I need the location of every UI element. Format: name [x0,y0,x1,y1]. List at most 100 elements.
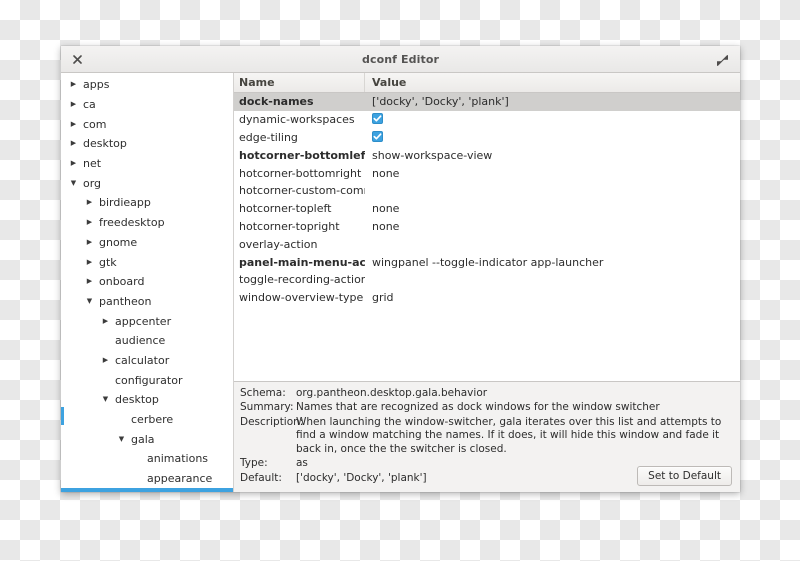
tree-item-com[interactable]: ▶ com [61,114,233,134]
tree-item-calculator[interactable]: ▶ calculator [61,351,233,371]
detail-default-label: Default: [240,471,282,484]
key-row-hotcorner-bottomleft[interactable]: hotcorner-bottomleft show-workspace-view [234,146,740,164]
tree-item-label: animations [147,452,209,466]
triangle-right-icon[interactable]: ▶ [84,258,95,266]
tree-item-gtk[interactable]: ▶ gtk [61,252,233,272]
key-row-dock-names[interactable]: dock-names ['docky', 'Docky', 'plank'] [234,93,740,111]
key-value[interactable]: none [365,220,740,233]
triangle-right-icon[interactable]: ▶ [84,219,95,226]
tree-scroll-indicator[interactable] [61,407,64,425]
set-to-default-button[interactable]: Set to Default [637,466,732,486]
key-name: panel-main-menu-action [239,255,365,269]
window-body: ▶ apps ▶ ca ▶ com ▶ desktop ▶ net ▼ org ▶ birdieapp ▶ f… [61,73,740,492]
tree-item-freedesktop[interactable]: ▶ freedesktop [61,213,233,233]
triangle-right-icon[interactable]: ▶ [84,238,95,246]
tree-item-label: onboard [99,275,145,289]
tree-item-label: gnome [99,235,138,249]
tree-item-net[interactable]: ▶ net [61,154,233,174]
tree-item-desktop[interactable]: ▶ desktop [61,134,233,154]
triangle-down-icon[interactable]: ▼ [84,297,95,305]
detail-summary-value: Names that are recognized as dock window… [296,401,660,413]
tree-item-appcenter[interactable]: ▶ appcenter [61,311,233,331]
tree-item-appearance[interactable]: appearance [61,469,233,489]
tree-item-label: birdieapp [99,196,151,210]
key-value[interactable]: none [365,167,740,180]
triangle-right-icon[interactable]: ▶ [68,160,79,167]
tree-item-label: desktop [83,137,127,151]
key-value[interactable]: wingpanel --toggle-indicator app-launche… [365,256,740,269]
key-name: window-overview-type [239,291,364,305]
tree-item-ca[interactable]: ▶ ca [61,95,233,115]
key-value[interactable] [365,130,740,144]
triangle-right-icon[interactable]: ▶ [68,120,79,128]
detail-type-label: Type: [240,457,268,469]
key-value[interactable]: grid [365,291,740,304]
key-value[interactable]: ['docky', 'Docky', 'plank'] [365,95,740,108]
tree-item-onboard[interactable]: ▶ onboard [61,272,233,292]
key-row-toggle-recording-action[interactable]: toggle-recording-action [234,271,740,289]
column-header-name[interactable]: Name [234,73,365,92]
triangle-right-icon[interactable]: ▶ [68,81,79,88]
tree-item-label: gala [131,432,155,446]
tree-item-apps[interactable]: ▶ apps [61,75,233,95]
key-row-hotcorner-topleft[interactable]: hotcorner-topleft none [234,200,740,218]
triangle-down-icon[interactable]: ▼ [68,179,79,187]
tree-item-configurator[interactable]: configurator [61,370,233,390]
detail-schema-value: org.pantheon.desktop.gala.behavior [296,386,488,399]
key-row-panel-main-menu-action[interactable]: panel-main-menu-actionwingpanel --toggle… [234,253,740,271]
tree-item-audience[interactable]: audience [61,331,233,351]
triangle-right-icon[interactable]: ▶ [100,317,111,325]
tree-item-label: ca [83,98,96,112]
triangle-down-icon[interactable]: ▼ [100,396,111,403]
triangle-down-icon[interactable]: ▼ [116,435,127,443]
tree-item-animations[interactable]: animations [61,449,233,469]
tree-item-label: configurator [115,373,183,387]
tree-item-label: audience [115,334,166,348]
tree-item-label: cerbere [131,413,174,427]
tree-item-org[interactable]: ▼ org [61,173,233,193]
key-name: hotcorner-bottomright [239,166,362,180]
checkbox-checked-icon[interactable] [372,130,383,142]
tree-item-gnome[interactable]: ▶ gnome [61,233,233,253]
close-icon[interactable] [70,52,84,66]
tree-item-gala[interactable]: ▼ gala [61,429,233,449]
maximize-diagonal-icon[interactable] [716,52,730,66]
triangle-right-icon[interactable]: ▶ [100,356,111,364]
triangle-right-icon[interactable]: ▶ [84,199,95,206]
key-row-dynamic-workspaces[interactable]: dynamic-workspaces [234,111,740,129]
triangle-right-icon[interactable]: ▶ [68,140,79,147]
detail-description-label: Description: [240,415,304,428]
key-name: dynamic-workspaces [239,113,355,127]
key-name: edge-tiling [239,130,298,144]
detail-description-value: When launching the window-switcher, gala… [296,415,722,455]
key-value[interactable] [365,113,740,126]
tree-item-label: gtk [99,255,117,269]
tree-item-label: desktop [115,393,159,407]
tree-item-birdieapp[interactable]: ▶ birdieapp [61,193,233,213]
checkbox-checked-icon[interactable] [372,113,383,125]
key-row-hotcorner-bottomright[interactable]: hotcorner-bottomright none [234,164,740,182]
key-row-window-overview-type[interactable]: window-overview-type grid [234,289,740,307]
schema-tree[interactable]: ▶ apps ▶ ca ▶ com ▶ desktop ▶ net ▼ org ▶ birdieapp ▶ f… [61,73,234,492]
key-row-edge-tiling[interactable]: edge-tiling [234,129,740,147]
key-name: hotcorner-topleft [239,202,332,216]
tree-item-desktop[interactable]: ▼ desktop [61,390,233,410]
tree-item-cerbere[interactable]: cerbere [61,410,233,430]
column-header-value[interactable]: Value [365,73,740,92]
key-row-hotcorner-topright[interactable]: hotcorner-topright none [234,218,740,236]
triangle-right-icon[interactable]: ▶ [84,278,95,285]
triangle-right-icon[interactable]: ▶ [68,101,79,108]
tree-item-label: appcenter [115,314,172,328]
tree-item-label: net [83,157,102,171]
key-value[interactable]: none [365,202,740,215]
tree-item-pantheon[interactable]: ▼ pantheon [61,292,233,312]
key-name: hotcorner-topright [239,219,340,233]
key-name: dock-names [239,95,314,109]
key-value[interactable]: show-workspace-view [365,149,740,162]
tree-item-behavior[interactable]: behavior [61,488,233,492]
key-row-hotcorner-custom-command[interactable]: hotcorner-custom-command [234,182,740,200]
detail-summary-row: Summary: Names that are recognized as do… [240,401,732,415]
key-row-overlay-action[interactable]: overlay-action [234,235,740,253]
detail-schema-row: Schema: org.pantheon.desktop.gala.behavi… [240,387,732,401]
tree-item-label: freedesktop [99,216,165,230]
